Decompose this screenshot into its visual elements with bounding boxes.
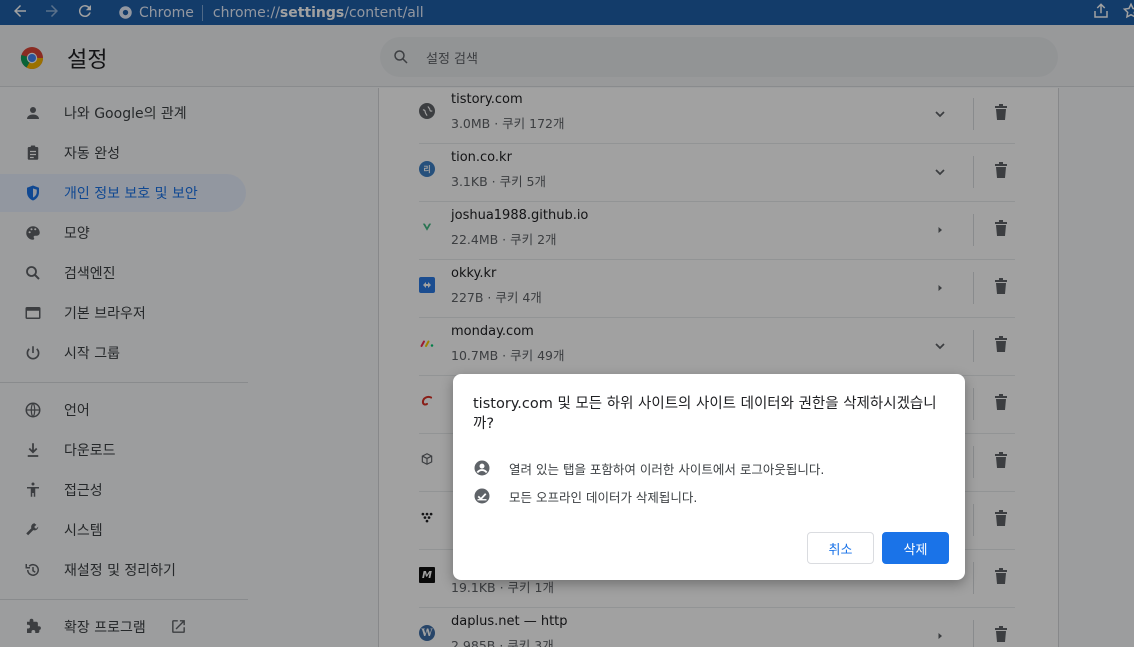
dialog-info-signout: 열려 있는 탭을 포함하여 이러한 사이트에서 로그아웃됩니다. bbox=[473, 458, 824, 478]
dialog-title: tistory.com 및 모든 하위 사이트의 사이트 데이터와 권한을 삭제… bbox=[473, 396, 937, 432]
account-circle-icon bbox=[473, 459, 491, 477]
dialog-line-text: 열려 있는 탭을 포함하여 이러한 사이트에서 로그아웃됩니다. bbox=[509, 461, 825, 477]
cancel-button[interactable]: 취소 bbox=[807, 532, 874, 564]
delete-site-data-dialog: tistory.com 및 모든 하위 사이트의 사이트 데이터와 권한을 삭제… bbox=[453, 374, 965, 580]
dialog-info-offline: 모든 오프라인 데이터가 삭제됩니다. bbox=[473, 486, 697, 506]
dialog-line-text: 모든 오프라인 데이터가 삭제됩니다. bbox=[509, 489, 698, 505]
offline-check-icon bbox=[473, 487, 491, 505]
delete-button[interactable]: 삭제 bbox=[882, 532, 949, 564]
